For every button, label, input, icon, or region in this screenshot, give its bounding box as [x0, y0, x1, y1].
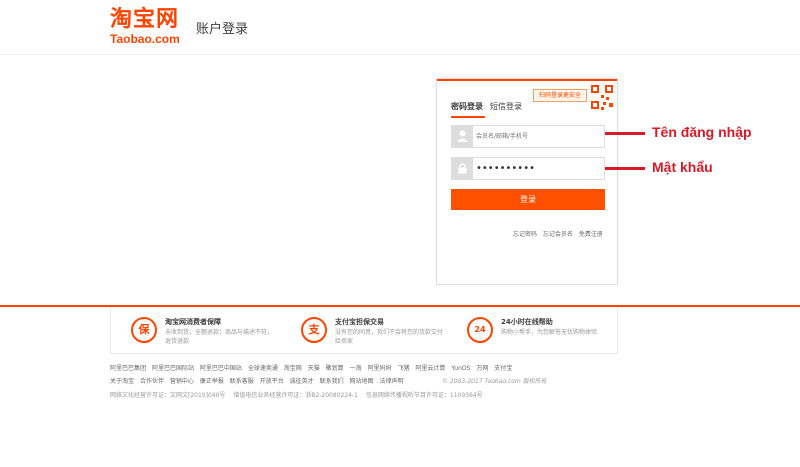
help-24h-icon: 24	[467, 317, 493, 343]
footer-link[interactable]: 联系客服	[230, 378, 254, 385]
qr-code-icon[interactable]	[589, 83, 615, 111]
footer-link[interactable]: 开放平台	[260, 378, 284, 385]
footer-link[interactable]: 万网	[476, 365, 488, 372]
logo-chinese-text: 淘宝网	[110, 7, 180, 32]
footer-link[interactable]: 廉正举报	[200, 378, 224, 385]
service-title: 支付宝担保交易	[335, 318, 384, 326]
username-input[interactable]	[476, 129, 602, 144]
password-field[interactable]	[451, 157, 605, 180]
guarantee-icon: 保	[131, 317, 157, 343]
service-desc: 没有您的同意，我们不会将您的货款交付给卖家	[335, 329, 444, 345]
service-guarantees: 保 淘宝网消费者保障 未收到货，全额退款；商品与描述不符，退货退款 支 支付宝担…	[110, 307, 618, 354]
password-annotation-line	[605, 167, 645, 170]
service-title: 24小时在线帮助	[501, 318, 553, 326]
license-item: 增值电信业务经营许可证：浙B2-20080224-1	[233, 392, 358, 399]
forgot-username-link[interactable]: 忘记会员名	[543, 231, 573, 238]
page-header: 淘宝网 Taobao.com 账户登录	[0, 0, 800, 54]
footer-link[interactable]: 诚征英才	[290, 378, 314, 385]
footer-link[interactable]: 法律声明	[379, 378, 403, 385]
footer-link[interactable]: 支付宝	[494, 365, 512, 372]
login-button[interactable]: 登录	[451, 189, 605, 210]
service-desc: 未收到货，全额退款；商品与描述不符，退货退款	[165, 329, 274, 345]
header-divider	[0, 54, 800, 55]
login-help-links: 忘记密码 忘记会员名 免费注册	[513, 229, 609, 239]
service-item[interactable]: 支 支付宝担保交易 没有您的同意，我们不会将您的货款交付给卖家	[301, 315, 461, 349]
qr-login-tip[interactable]: 扫码登录更安全	[533, 89, 587, 102]
alipay-icon: 支	[301, 317, 327, 343]
username-field[interactable]	[451, 125, 605, 148]
footer-link[interactable]: 阿里巴巴中国站	[200, 365, 242, 372]
login-panel: 扫码登录更安全 密码登录 短信登录 会员名/邮箱/手机号 •••••••••• …	[436, 78, 618, 285]
footer-link[interactable]: 合作伙伴	[140, 378, 164, 385]
tab-password-login[interactable]: 密码登录	[451, 101, 483, 112]
license-item: 网络文化经营许可证：文网文[2010]040号	[110, 392, 226, 399]
service-desc: 购物小帮手，为您解答无忧购物体验	[501, 329, 598, 336]
username-annotation-line	[605, 132, 645, 135]
license-info: 网络文化经营许可证：文网文[2010]040号 增值电信业务经营许可证：浙B2-…	[110, 390, 489, 399]
register-link[interactable]: 免费注册	[579, 231, 603, 238]
taobao-logo[interactable]: 淘宝网 Taobao.com	[110, 8, 190, 48]
footer-link[interactable]: 阿里巴巴集团	[110, 365, 146, 372]
service-title: 淘宝网消费者保障	[165, 318, 221, 326]
lock-icon	[452, 158, 473, 179]
active-tab-indicator	[451, 116, 485, 118]
footer-link[interactable]: 飞猪	[397, 365, 409, 372]
login-panel-accent	[437, 79, 617, 81]
footer-link[interactable]: 阿里妈妈	[368, 365, 392, 372]
tab-sms-login[interactable]: 短信登录	[490, 101, 522, 112]
footer-link[interactable]: 网站地图	[350, 378, 374, 385]
password-input[interactable]	[476, 161, 602, 176]
footer-link[interactable]: 营销中心	[170, 378, 194, 385]
username-annotation: Tên đăng nhập	[652, 124, 752, 140]
logo-english-text: Taobao.com	[110, 32, 180, 46]
footer-link[interactable]: 关于淘宝	[110, 378, 134, 385]
footer-link[interactable]: 阿里云计算	[415, 365, 445, 372]
footer-link[interactable]: 阿里巴巴国际站	[152, 365, 194, 372]
service-item[interactable]: 保 淘宝网消费者保障 未收到货，全额退款；商品与描述不符，退货退款	[131, 315, 291, 349]
footer-link[interactable]: 天猫	[308, 365, 320, 372]
footer-link[interactable]: YunOS	[451, 365, 470, 372]
footer-link[interactable]: 全球速卖通	[248, 365, 278, 372]
footer-link[interactable]: 聚划算	[326, 365, 344, 372]
footer-link[interactable]: 联系我们	[320, 378, 344, 385]
password-annotation: Mật khẩu	[652, 159, 713, 175]
service-item[interactable]: 24 24小时在线帮助 购物小帮手，为您解答无忧购物体验	[467, 315, 627, 349]
copyright-text: © 2003-2017 Taobao.com 版权所有	[442, 378, 547, 385]
page-title: 账户登录	[196, 22, 249, 37]
license-item: 信息网络传播视听节目许可证：1109364号	[365, 392, 483, 399]
forgot-password-link[interactable]: 忘记密码	[513, 231, 537, 238]
footer-link[interactable]: 淘宝网	[284, 365, 302, 372]
footer-site-links: 阿里巴巴集团 阿里巴巴国际站 阿里巴巴中国站 全球速卖通 淘宝网 天猫 聚划算 …	[110, 363, 610, 372]
footer-link[interactable]: 一淘	[350, 365, 362, 372]
user-icon	[452, 126, 473, 147]
